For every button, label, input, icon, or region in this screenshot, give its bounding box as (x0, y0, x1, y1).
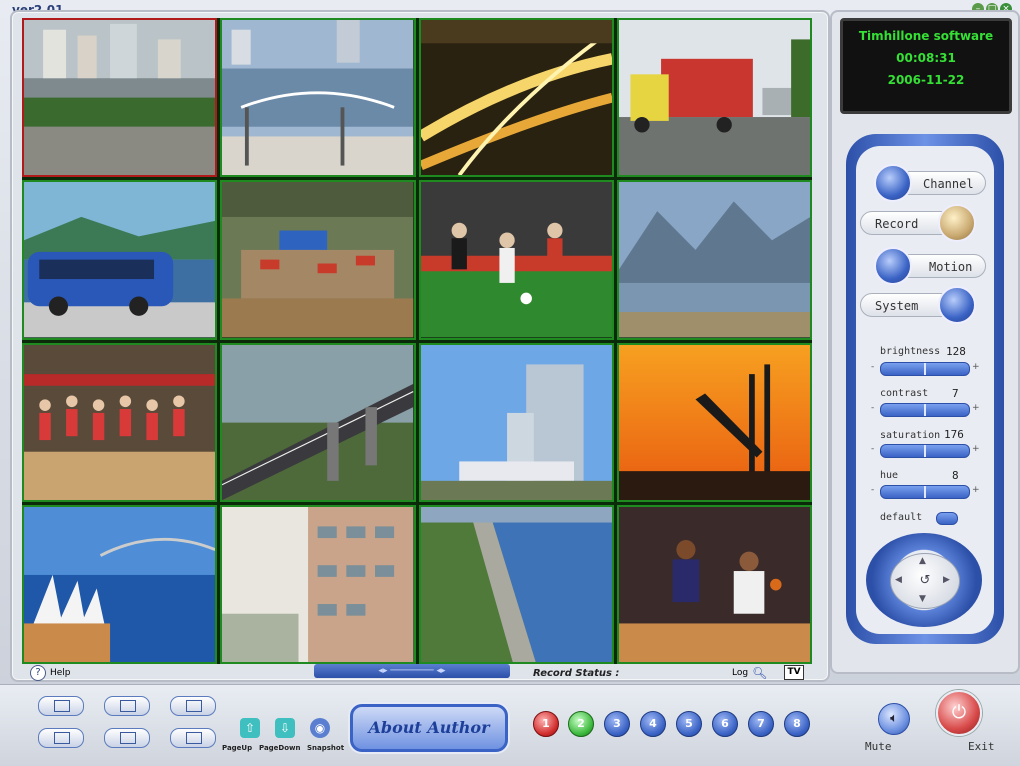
camera-feed-15[interactable] (418, 504, 614, 664)
plus-icon: + (972, 403, 980, 413)
help-label: Help (50, 668, 71, 678)
log-button[interactable]: Log 🔍︎ (732, 666, 767, 680)
channel-4-button[interactable]: 4 (640, 711, 666, 737)
power-icon: ⏻ (951, 702, 967, 723)
channel-knob[interactable] (874, 164, 912, 202)
minus-icon: - (871, 444, 875, 454)
camera-feed-7[interactable] (418, 180, 614, 340)
camera-feed-12[interactable] (616, 342, 812, 502)
minus-icon: - (871, 362, 875, 372)
camera-feed-13[interactable] (22, 504, 218, 664)
mute-label: Mute (865, 740, 892, 753)
layout-16-button[interactable] (170, 728, 216, 748)
pageup-label: PageUp (222, 744, 253, 752)
layout-6-button[interactable] (170, 696, 216, 716)
minus-icon: - (871, 485, 875, 495)
ptz-left-icon[interactable]: ◀ (895, 575, 902, 585)
brightness-label: brightness (880, 346, 941, 357)
default-button[interactable] (936, 512, 958, 525)
layout-16-icon (186, 732, 202, 744)
speaker-icon: 🔈︎ (890, 711, 898, 726)
camera-feed-6[interactable] (220, 180, 416, 340)
layout-9-button[interactable] (38, 728, 84, 748)
system-knob[interactable] (938, 286, 976, 324)
camera-feed-4[interactable] (616, 18, 812, 178)
hue-label: hue (880, 470, 899, 481)
contrast-slider[interactable] (880, 403, 970, 417)
minus-icon: - (871, 403, 875, 413)
tv-button[interactable]: TV (784, 665, 804, 680)
record-status-label: Record Status : (533, 668, 620, 679)
camera-feed-16[interactable] (616, 504, 812, 664)
ptz-up-icon[interactable]: ▲ (919, 556, 926, 566)
channel-label: Channel (923, 177, 974, 191)
plus-icon: + (972, 485, 980, 495)
bottom-toolbar (0, 684, 1020, 766)
about-author-button[interactable]: About Author (350, 704, 508, 752)
layout-13-icon (120, 732, 136, 744)
channel-1-button[interactable]: 1 (533, 711, 559, 737)
channel-2-button[interactable]: 2 (568, 711, 594, 737)
camera-feed-10[interactable] (220, 342, 416, 502)
lcd-display: Timhillone software 00:08:31 2006-11-22 (840, 18, 1012, 114)
page-scrollbar[interactable]: ◂▸ ──────── ◂▸ (314, 664, 510, 678)
plus-icon: + (972, 362, 980, 372)
page-down-icon[interactable]: ⇩ (275, 718, 295, 738)
record-knob[interactable] (938, 204, 976, 242)
system-label: System (875, 299, 919, 313)
exit-button[interactable]: ⏻ (936, 690, 982, 736)
layout-4-icon (120, 700, 136, 712)
motion-label: Motion (929, 260, 973, 274)
brightness-value: 128 (946, 345, 966, 358)
help-icon: ? (30, 665, 46, 681)
camera-feed-8[interactable] (616, 180, 812, 340)
help-link[interactable]: ? Help (30, 665, 71, 681)
camera-feed-1[interactable] (22, 18, 218, 178)
hue-value: 8 (952, 469, 959, 482)
log-label: Log (732, 668, 749, 678)
saturation-slider[interactable] (880, 444, 970, 458)
exit-label: Exit (968, 740, 995, 753)
channel-3-button[interactable]: 3 (604, 711, 630, 737)
saturation-value: 176 (944, 428, 964, 441)
lcd-time: 00:08:31 (896, 51, 956, 65)
snapshot-label: Snapshot (307, 744, 345, 752)
record-label: Record (875, 217, 919, 231)
page-up-icon[interactable]: ⇧ (240, 718, 260, 738)
camera-feed-5[interactable] (22, 180, 218, 340)
camera-grid (22, 18, 812, 664)
brightness-slider[interactable] (880, 362, 970, 376)
camera-feed-11[interactable] (418, 342, 614, 502)
channel-7-button[interactable]: 7 (748, 711, 774, 737)
layout-1-icon (54, 700, 70, 712)
snapshot-icon[interactable]: ◉ (310, 718, 330, 738)
layout-6-icon (186, 700, 202, 712)
pagedown-label: PageDown (259, 744, 301, 752)
ptz-right-icon[interactable]: ▶ (943, 575, 950, 585)
lcd-date: 2006-11-22 (887, 73, 965, 87)
contrast-label: contrast (880, 388, 929, 399)
camera-feed-2[interactable] (220, 18, 416, 178)
layout-1-button[interactable] (38, 696, 84, 716)
default-label: default (880, 512, 923, 523)
motion-knob[interactable] (874, 247, 912, 285)
contrast-value: 7 (952, 387, 959, 400)
ptz-down-icon[interactable]: ▼ (919, 594, 926, 604)
camera-feed-9[interactable] (22, 342, 218, 502)
lcd-company: Timhillone software (858, 29, 994, 43)
plus-icon: + (972, 444, 980, 454)
hue-slider[interactable] (880, 485, 970, 499)
saturation-label: saturation (880, 430, 941, 441)
layout-4-button[interactable] (104, 696, 150, 716)
channel-6-button[interactable]: 6 (712, 711, 738, 737)
channel-5-button[interactable]: 5 (676, 711, 702, 737)
mute-button[interactable]: 🔈︎ (878, 703, 910, 735)
layout-13-button[interactable] (104, 728, 150, 748)
magnifier-icon: 🔍︎ (752, 666, 768, 680)
camera-feed-14[interactable] (220, 504, 416, 664)
camera-feed-3[interactable] (418, 18, 614, 178)
layout-9-icon (54, 732, 70, 744)
channel-8-button[interactable]: 8 (784, 711, 810, 737)
